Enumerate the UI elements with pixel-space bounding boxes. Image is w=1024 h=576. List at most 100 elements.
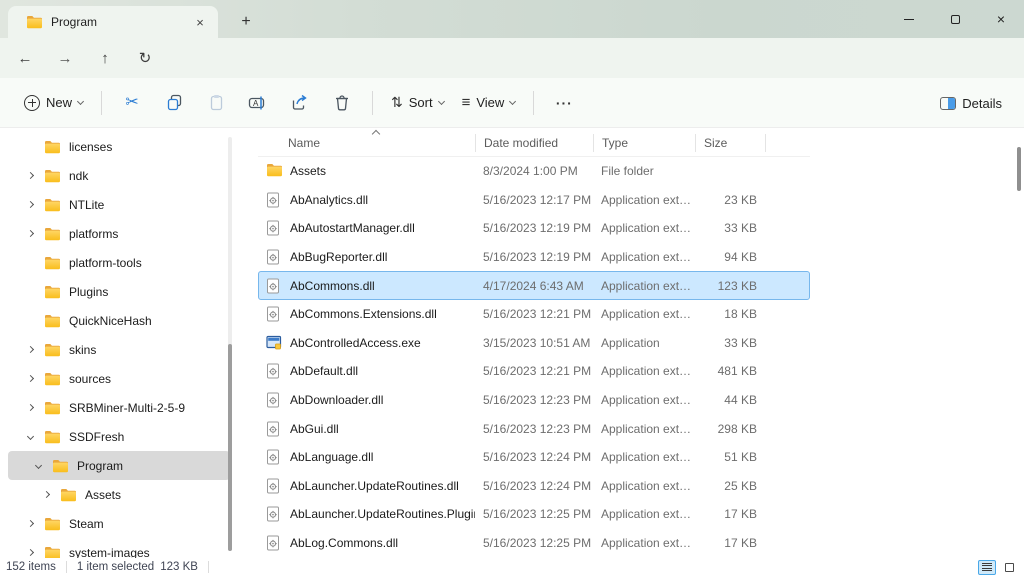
chevron-right-icon[interactable]	[22, 516, 38, 532]
sidebar-item-skins[interactable]: skins	[8, 335, 230, 364]
chevron-right-icon[interactable]	[22, 226, 38, 242]
sidebar-scrollbar[interactable]	[228, 137, 232, 551]
file-row-ablauncher-updateroutines-plugin-base-[interactable]: AbLauncher.UpdateRoutines.Plugin.Base...…	[258, 500, 810, 529]
sort-ascending-icon	[372, 130, 380, 138]
chevron-down-icon[interactable]	[22, 429, 38, 445]
new-button-label: New	[46, 95, 72, 110]
dll-file-icon	[266, 278, 282, 294]
file-row-abgui-dll[interactable]: AbGui.dll5/16/2023 12:23 PMApplication e…	[258, 414, 810, 443]
more-options-button[interactable]: ···	[544, 86, 584, 120]
file-row-abcontrolledaccess-exe[interactable]: AbControlledAccess.exe3/15/2023 10:51 AM…	[258, 329, 810, 358]
toolbar-divider	[101, 91, 102, 115]
paste-button[interactable]	[196, 86, 236, 120]
file-row-abcommons-extensions-dll[interactable]: AbCommons.Extensions.dll5/16/2023 12:21 …	[258, 300, 810, 329]
file-row-abautostartmanager-dll[interactable]: AbAutostartManager.dll5/16/2023 12:19 PM…	[258, 214, 810, 243]
sidebar-item-quicknicehash[interactable]: QuickNiceHash	[8, 306, 230, 335]
file-row-ablanguage-dll[interactable]: AbLanguage.dll5/16/2023 12:24 PMApplicat…	[258, 443, 810, 472]
folder-icon	[44, 227, 61, 241]
file-row-abbugreporter-dll[interactable]: AbBugReporter.dll5/16/2023 12:19 PMAppli…	[258, 243, 810, 272]
ellipsis-icon: ···	[556, 95, 573, 111]
file-name: AbDefault.dll	[290, 364, 358, 378]
cut-button[interactable]: ✂	[112, 86, 152, 120]
sidebar-item-licenses[interactable]: licenses	[8, 132, 230, 161]
details-view-icon	[982, 563, 992, 572]
file-size: 18 KB	[695, 307, 763, 321]
copy-button[interactable]	[154, 86, 194, 120]
folder-icon	[44, 140, 61, 154]
items-count: 152 items	[0, 561, 62, 573]
sort-button[interactable]: ⇅ Sort	[383, 88, 452, 117]
sidebar-item-program[interactable]: Program	[8, 451, 230, 480]
folder-icon	[44, 430, 61, 444]
thumbnails-view-toggle[interactable]	[1000, 560, 1018, 575]
sidebar-item-sources[interactable]: sources	[8, 364, 230, 393]
folder-icon	[44, 372, 61, 386]
rename-button[interactable]: A	[238, 86, 278, 120]
details-view-toggle[interactable]	[978, 560, 996, 575]
chevron-right-icon[interactable]	[22, 197, 38, 213]
chevron-right-icon[interactable]	[22, 342, 38, 358]
sidebar-item-ndk[interactable]: ndk	[8, 161, 230, 190]
sidebar-item-srbminer-multi-2-5-9[interactable]: SRBMiner-Multi-2-5-9	[8, 393, 230, 422]
file-size: 123 KB	[695, 279, 763, 293]
dll-file-icon	[266, 363, 282, 379]
file-date: 5/16/2023 12:21 PM	[475, 364, 593, 378]
chevron-right-icon[interactable]	[22, 168, 38, 184]
maximize-button[interactable]	[932, 0, 978, 38]
sidebar-item-platform-tools[interactable]: platform-tools	[8, 248, 230, 277]
file-name: AbGui.dll	[290, 422, 339, 436]
view-button[interactable]: ≡ View	[454, 88, 524, 117]
file-row-assets[interactable]: Assets8/3/2024 1:00 PMFile folder	[258, 157, 810, 186]
chevron-right-icon[interactable]	[22, 400, 38, 416]
tab-program[interactable]: Program ×	[8, 6, 218, 38]
file-row-abdownloader-dll[interactable]: AbDownloader.dll5/16/2023 12:23 PMApplic…	[258, 386, 810, 415]
chevron-down-icon	[77, 97, 84, 104]
delete-button[interactable]	[322, 86, 362, 120]
refresh-button[interactable]: ↻	[128, 43, 162, 73]
sidebar-scrollbar-thumb[interactable]	[228, 344, 232, 551]
sidebar-item-platforms[interactable]: platforms	[8, 219, 230, 248]
file-list-scrollbar-thumb[interactable]	[1017, 147, 1021, 191]
close-button[interactable]: ×	[978, 0, 1024, 38]
share-button[interactable]	[280, 86, 320, 120]
column-header-name[interactable]: Name	[258, 129, 476, 156]
details-pane-button[interactable]: Details	[932, 90, 1010, 117]
file-name: AbAutostartManager.dll	[290, 221, 415, 235]
sort-button-label: Sort	[409, 95, 433, 110]
file-type: Application	[593, 336, 695, 350]
column-header-size[interactable]: Size	[696, 129, 766, 156]
file-name: AbLauncher.UpdateRoutines.Plugin.Base...	[290, 507, 475, 521]
sidebar-item-assets[interactable]: Assets	[8, 480, 230, 509]
file-size: 44 KB	[695, 393, 763, 407]
tab-close-icon[interactable]: ×	[190, 12, 210, 32]
chevron-right-icon[interactable]	[38, 487, 54, 503]
selection-count: 1 item selected	[71, 561, 160, 573]
file-row-abcommons-dll[interactable]: AbCommons.dll4/17/2024 6:43 AMApplicatio…	[258, 271, 810, 300]
file-row-abdefault-dll[interactable]: AbDefault.dll5/16/2023 12:21 PMApplicati…	[258, 357, 810, 386]
back-button[interactable]: ←	[8, 43, 42, 73]
maximize-icon	[951, 15, 960, 24]
plus-circle-icon	[24, 95, 40, 111]
sidebar-item-ssdfresh[interactable]: SSDFresh	[8, 422, 230, 451]
up-button[interactable]: ↑	[88, 43, 122, 73]
chevron-right-icon[interactable]	[22, 371, 38, 387]
file-row-abanalytics-dll[interactable]: AbAnalytics.dll5/16/2023 12:17 PMApplica…	[258, 186, 810, 215]
minimize-button[interactable]	[886, 0, 932, 38]
column-header-type[interactable]: Type	[594, 129, 696, 156]
sidebar-item-steam[interactable]: Steam	[8, 509, 230, 538]
sidebar-item-system-images[interactable]: system-images	[8, 538, 230, 558]
file-date: 4/17/2024 6:43 AM	[475, 279, 593, 293]
chevron-down-icon[interactable]	[30, 458, 46, 474]
sidebar-item-label: Steam	[69, 517, 104, 531]
forward-button[interactable]: →	[48, 43, 82, 73]
file-row-ablog-commons-dll[interactable]: AbLog.Commons.dll5/16/2023 12:25 PMAppli…	[258, 529, 810, 558]
chevron-right-icon[interactable]	[22, 545, 38, 559]
sidebar-item-ntlite[interactable]: NTLite	[8, 190, 230, 219]
file-type: Application exten...	[593, 450, 695, 464]
file-row-ablauncher-updateroutines-dll[interactable]: AbLauncher.UpdateRoutines.dll5/16/2023 1…	[258, 472, 810, 501]
column-header-date-modified[interactable]: Date modified	[476, 129, 594, 156]
new-tab-button[interactable]: +	[234, 10, 258, 34]
folder-icon	[44, 256, 61, 270]
new-button[interactable]: New	[16, 89, 91, 117]
sidebar-item-plugins[interactable]: Plugins	[8, 277, 230, 306]
